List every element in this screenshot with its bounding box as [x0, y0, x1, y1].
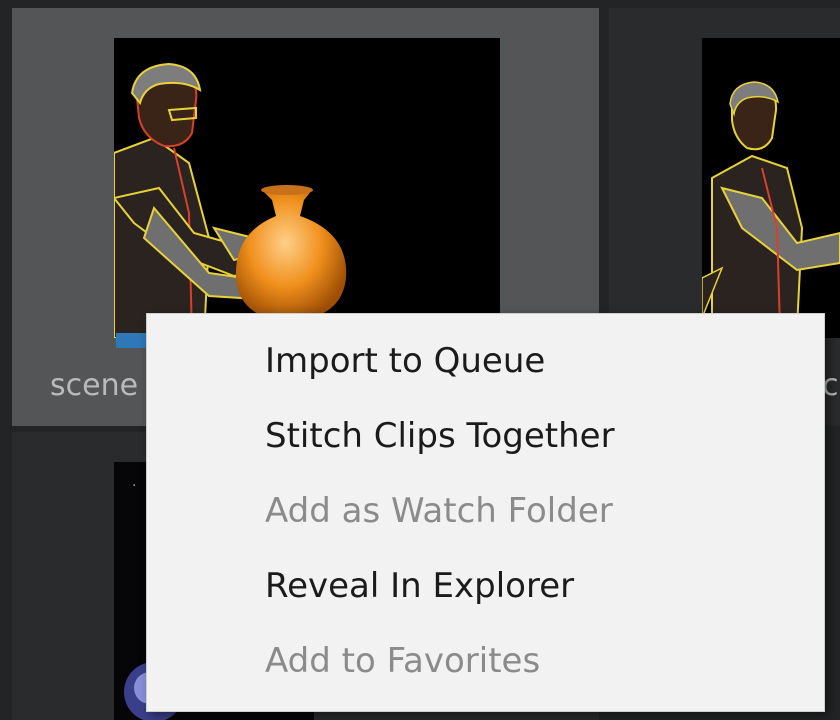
- clip-thumbnail[interactable]: [702, 38, 840, 338]
- menu-item-import-to-queue[interactable]: Import to Queue: [147, 326, 824, 396]
- clip-name: scene: [50, 368, 139, 403]
- media-browser: · scene c Import to Queue Stitch Clips T…: [0, 0, 840, 720]
- potter-vase-thumbnail-image: [114, 62, 347, 338]
- clip-thumbnail[interactable]: [114, 38, 500, 338]
- potter-thumbnail-image: [702, 81, 840, 329]
- context-menu: Import to Queue Stitch Clips Together Ad…: [146, 313, 825, 712]
- menu-item-add-to-favorites: Add to Favorites: [265, 641, 541, 681]
- menu-item-stitch-clips-together[interactable]: Stitch Clips Together: [147, 401, 824, 471]
- svg-text:·: ·: [132, 478, 136, 494]
- menu-item-add-as-watch-folder: Add as Watch Folder: [265, 491, 613, 531]
- menu-item-reveal-in-explorer[interactable]: Reveal In Explorer: [147, 551, 824, 621]
